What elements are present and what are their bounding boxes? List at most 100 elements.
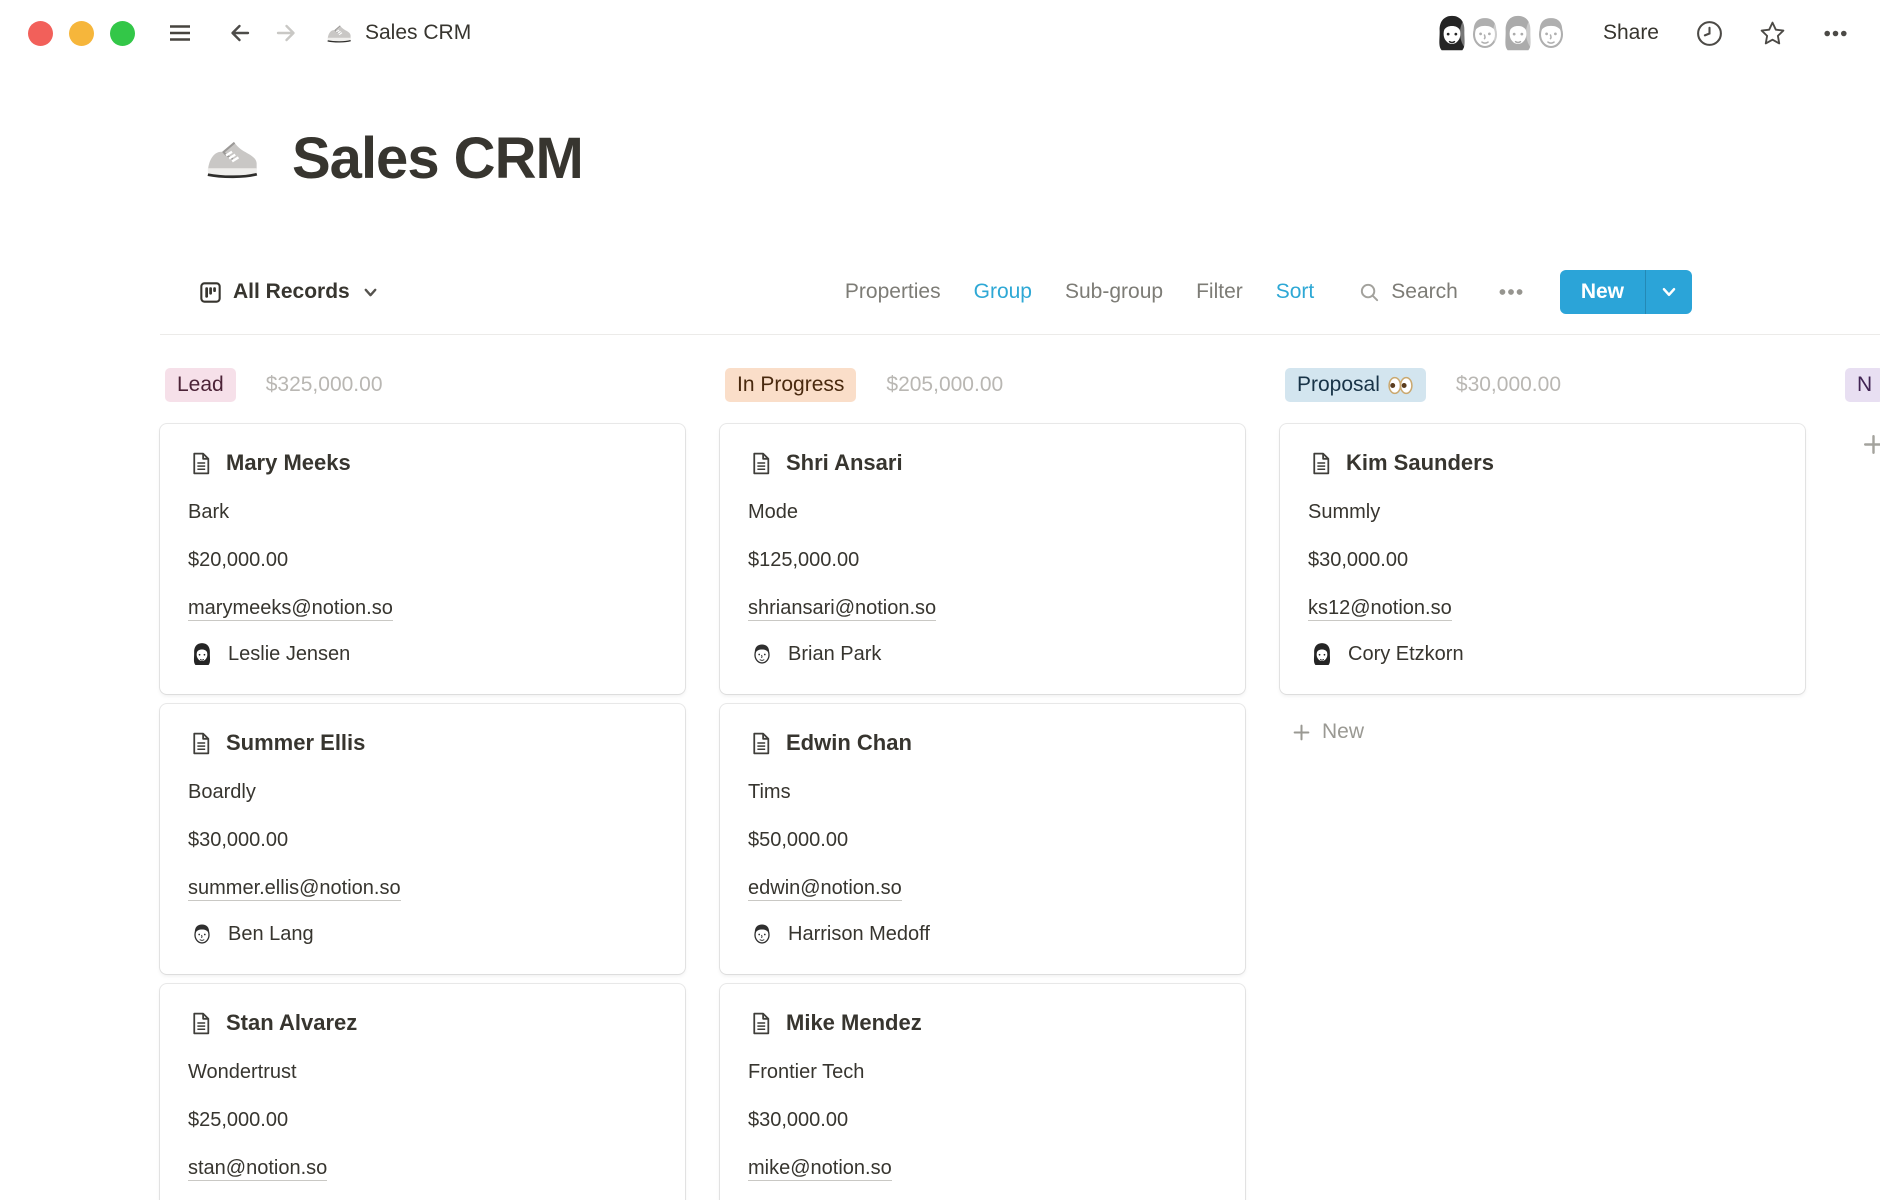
company-field[interactable]: Summly (1308, 498, 1777, 526)
page-options-button[interactable] (1821, 19, 1850, 48)
company-field[interactable]: Frontier Tech (748, 1058, 1217, 1086)
view-switcher[interactable]: All Records (198, 280, 379, 305)
sneaker-icon (323, 17, 355, 49)
email-link[interactable]: mike@notion.so (748, 1157, 892, 1181)
card-name[interactable]: Mary Meeks (226, 448, 351, 478)
amount-field[interactable]: $50,000.00 (748, 826, 1217, 854)
amount-field[interactable]: $125,000.00 (748, 546, 1217, 574)
sort-menu-item[interactable]: Sort (1276, 280, 1315, 304)
card-name[interactable]: Edwin Chan (786, 728, 912, 758)
email-link[interactable]: summer.ellis@notion.so (188, 877, 401, 901)
company-field[interactable]: Wondertrust (188, 1058, 657, 1086)
new-button-dropdown[interactable] (1646, 270, 1692, 314)
card-title-row: Kim Saunders (1308, 448, 1777, 478)
card-title-row: Edwin Chan (748, 728, 1217, 758)
column-cards: Kim Saunders Summly $30,000.00 ks12@noti… (1280, 424, 1805, 694)
amount-field[interactable]: $30,000.00 (188, 826, 657, 854)
email-link[interactable]: shriansari@notion.so (748, 597, 936, 621)
toolbar-divider (160, 334, 1880, 335)
owner-field[interactable]: Harrison Medoff (748, 920, 1217, 948)
favorite-button[interactable] (1758, 19, 1787, 48)
view-name: All Records (233, 280, 350, 304)
email-link[interactable]: edwin@notion.so (748, 877, 902, 901)
email-link[interactable]: marymeeks@notion.so (188, 597, 393, 621)
card-mike-mendez[interactable]: Mike Mendez Frontier Tech $30,000.00 mik… (720, 984, 1245, 1200)
card-edwin-chan[interactable]: Edwin Chan Tims $50,000.00 edwin@notion.… (720, 704, 1245, 974)
subgroup-menu-item[interactable]: Sub-group (1065, 280, 1163, 304)
card-name[interactable]: Mike Mendez (786, 1008, 922, 1038)
status-badge-in-progress[interactable]: In Progress (725, 368, 856, 402)
amount-field[interactable]: $20,000.00 (188, 546, 657, 574)
owner-field[interactable]: Brian Park (748, 640, 1217, 668)
add-card-button[interactable] (1862, 433, 1880, 456)
share-button[interactable]: Share (1603, 21, 1659, 45)
company-field[interactable]: Boardly (188, 778, 657, 806)
page-sneaker-icon[interactable] (198, 124, 266, 192)
zoom-window-button[interactable] (110, 21, 135, 46)
email-link[interactable]: stan@notion.so (188, 1157, 327, 1181)
owner-field[interactable]: Ben Lang (188, 920, 657, 948)
card-summer-ellis[interactable]: Summer Ellis Boardly $30,000.00 summer.e… (160, 704, 685, 974)
column-sum: $205,000.00 (886, 373, 1003, 397)
status-badge-proposal[interactable]: Proposal (1285, 368, 1426, 402)
view-options-button[interactable] (1496, 277, 1526, 307)
page-icon (188, 1011, 213, 1036)
card-title-row: Mary Meeks (188, 448, 657, 478)
add-card-button[interactable]: New (1292, 720, 1805, 744)
forward-button[interactable] (267, 14, 305, 52)
presence-avatars[interactable] (1430, 11, 1573, 55)
card-name[interactable]: Kim Saunders (1346, 448, 1494, 478)
plus-icon (1862, 433, 1880, 456)
presence-avatar-4[interactable] (1529, 11, 1573, 55)
properties-menu-item[interactable]: Properties (845, 280, 941, 304)
page-icon (188, 731, 213, 756)
amount-field[interactable]: $25,000.00 (188, 1106, 657, 1134)
sidebar-menu-button[interactable] (161, 14, 199, 52)
owner-name: Harrison Medoff (788, 920, 930, 948)
card-title-row: Stan Alvarez (188, 1008, 657, 1038)
updates-button[interactable] (1695, 19, 1724, 48)
company-field[interactable]: Mode (748, 498, 1217, 526)
company-field[interactable]: Tims (748, 778, 1217, 806)
card-name[interactable]: Summer Ellis (226, 728, 365, 758)
amount-field[interactable]: $30,000.00 (748, 1106, 1217, 1134)
hamburger-icon (166, 19, 194, 47)
new-record-button[interactable]: New (1560, 270, 1692, 314)
search-button[interactable]: Search (1358, 280, 1458, 304)
amount-field[interactable]: $30,000.00 (1308, 546, 1777, 574)
back-button[interactable] (221, 14, 259, 52)
card-title-row: Shri Ansari (748, 448, 1217, 478)
board-column-in-progress: In Progress $205,000.00 Shri Ansari Mode… (720, 365, 1245, 1200)
email-field: summer.ellis@notion.so (188, 874, 657, 902)
email-link[interactable]: ks12@notion.so (1308, 597, 1452, 621)
card-name[interactable]: Shri Ansari (786, 448, 903, 478)
owner-field[interactable]: Leslie Jensen (188, 640, 657, 668)
board-column-clipped: N (1840, 365, 1880, 456)
close-window-button[interactable] (28, 21, 53, 46)
page-header: Sales CRM (198, 124, 1880, 192)
email-field: mike@notion.so (748, 1154, 1217, 1182)
company-field[interactable]: Bark (188, 498, 657, 526)
page-icon (748, 1011, 773, 1036)
card-kim-saunders[interactable]: Kim Saunders Summly $30,000.00 ks12@noti… (1280, 424, 1805, 694)
column-header: Lead $325,000.00 (160, 365, 685, 405)
card-mary-meeks[interactable]: Mary Meeks Bark $20,000.00 marymeeks@not… (160, 424, 685, 694)
column-header: Proposal $30,000.00 (1280, 365, 1805, 405)
owner-field[interactable]: Cory Etzkorn (1308, 640, 1777, 668)
status-badge-lead[interactable]: Lead (165, 368, 236, 402)
card-name[interactable]: Stan Alvarez (226, 1008, 357, 1038)
minimize-window-button[interactable] (69, 21, 94, 46)
breadcrumb[interactable]: Sales CRM (323, 17, 471, 49)
filter-menu-item[interactable]: Filter (1196, 280, 1243, 304)
page-icon (748, 451, 773, 476)
card-shri-ansari[interactable]: Shri Ansari Mode $125,000.00 shriansari@… (720, 424, 1245, 694)
card-stan-alvarez[interactable]: Stan Alvarez Wondertrust $25,000.00 stan… (160, 984, 685, 1200)
avatar-harrison-medoff (748, 920, 776, 948)
new-button-label[interactable]: New (1560, 270, 1645, 314)
page-title[interactable]: Sales CRM (292, 125, 583, 192)
window-controls (28, 21, 135, 46)
status-badge-clipped[interactable]: N (1845, 368, 1880, 402)
group-menu-item[interactable]: Group (974, 280, 1032, 304)
email-field: marymeeks@notion.so (188, 594, 657, 622)
back-arrow-icon (226, 19, 254, 47)
